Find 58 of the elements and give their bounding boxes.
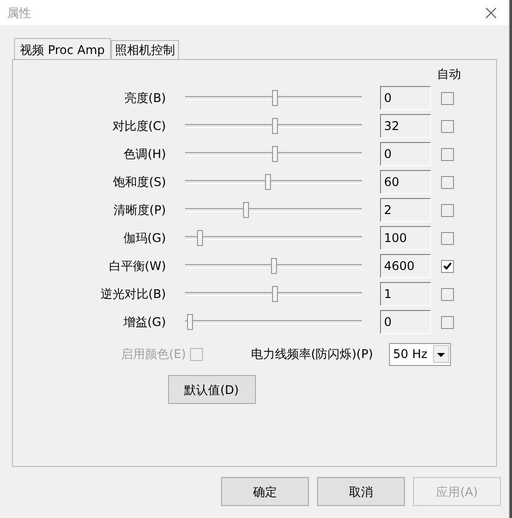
powerline-frequency-dropdown[interactable]: 50 Hz bbox=[389, 342, 451, 366]
slider-thumb[interactable] bbox=[272, 146, 278, 162]
auto-checkbox[interactable] bbox=[441, 148, 454, 160]
value-field[interactable]: 0 bbox=[380, 86, 431, 110]
auto-checkbox[interactable] bbox=[441, 316, 454, 328]
control-label: 伽玛(G) bbox=[122, 230, 166, 247]
slider-thumb[interactable] bbox=[272, 118, 278, 134]
slider-track[interactable] bbox=[185, 229, 362, 247]
enable-color-label: 启用颜色(E) bbox=[121, 346, 186, 363]
default-button[interactable]: 默认值(D) bbox=[168, 375, 256, 404]
control-label: 色调(H) bbox=[122, 146, 166, 163]
value-field[interactable]: 4600 bbox=[380, 254, 431, 278]
slider-thumb[interactable] bbox=[272, 90, 278, 106]
slider-track[interactable] bbox=[185, 313, 362, 331]
control-label: 亮度(B) bbox=[123, 90, 166, 107]
slider-thumb[interactable] bbox=[265, 174, 272, 190]
slider-track[interactable] bbox=[185, 117, 362, 135]
auto-checkbox[interactable] bbox=[441, 176, 454, 188]
control-label: 白平衡(W) bbox=[108, 258, 166, 275]
slider-thumb[interactable] bbox=[186, 314, 193, 330]
slider-thumb[interactable] bbox=[243, 202, 250, 218]
auto-checkbox[interactable] bbox=[441, 288, 454, 300]
powerline-frequency-label: 电力线频率(防闪烁)(P) bbox=[250, 346, 373, 363]
auto-heading: 自动 bbox=[437, 66, 461, 82]
value-field[interactable]: 60 bbox=[380, 170, 431, 194]
auto-checkbox[interactable] bbox=[441, 204, 454, 216]
slider-track[interactable] bbox=[185, 89, 362, 107]
value-field[interactable]: 2 bbox=[380, 198, 431, 222]
slider-track[interactable] bbox=[185, 201, 362, 219]
dialog-button[interactable]: 确定 bbox=[221, 477, 309, 506]
control-label: 饱和度(S) bbox=[112, 174, 166, 191]
value-field[interactable]: 1 bbox=[380, 282, 431, 306]
checkmark-icon bbox=[443, 262, 452, 270]
control-label: 逆光对比(B) bbox=[99, 286, 166, 303]
slider-thumb[interactable] bbox=[196, 230, 203, 246]
slider-track[interactable] bbox=[185, 173, 362, 191]
dialog-button[interactable]: 取消 bbox=[317, 477, 405, 506]
slider-thumb[interactable] bbox=[272, 286, 278, 302]
value-field[interactable]: 0 bbox=[380, 310, 431, 334]
value-field[interactable]: 0 bbox=[380, 142, 431, 166]
auto-checkbox[interactable] bbox=[441, 120, 454, 132]
dropdown-caret-icon bbox=[433, 345, 449, 363]
tab[interactable]: 视频 Proc Amp bbox=[14, 38, 111, 60]
tab[interactable]: 照相机控制 bbox=[110, 40, 179, 59]
slider-thumb[interactable] bbox=[270, 258, 276, 274]
auto-checkbox[interactable] bbox=[441, 232, 454, 244]
slider-track[interactable] bbox=[185, 257, 362, 275]
close-icon[interactable] bbox=[485, 6, 497, 18]
control-label: 对比度(C) bbox=[111, 118, 166, 135]
window-title: 属性 bbox=[7, 4, 31, 22]
control-label: 清晰度(P) bbox=[112, 202, 166, 219]
auto-checkbox[interactable] bbox=[441, 260, 454, 272]
control-label: 增益(G) bbox=[122, 314, 166, 331]
auto-checkbox[interactable] bbox=[441, 92, 454, 104]
value-field[interactable]: 100 bbox=[380, 226, 431, 250]
value-field[interactable]: 32 bbox=[380, 114, 431, 138]
slider-track[interactable] bbox=[185, 285, 362, 303]
slider-track[interactable] bbox=[185, 145, 362, 163]
